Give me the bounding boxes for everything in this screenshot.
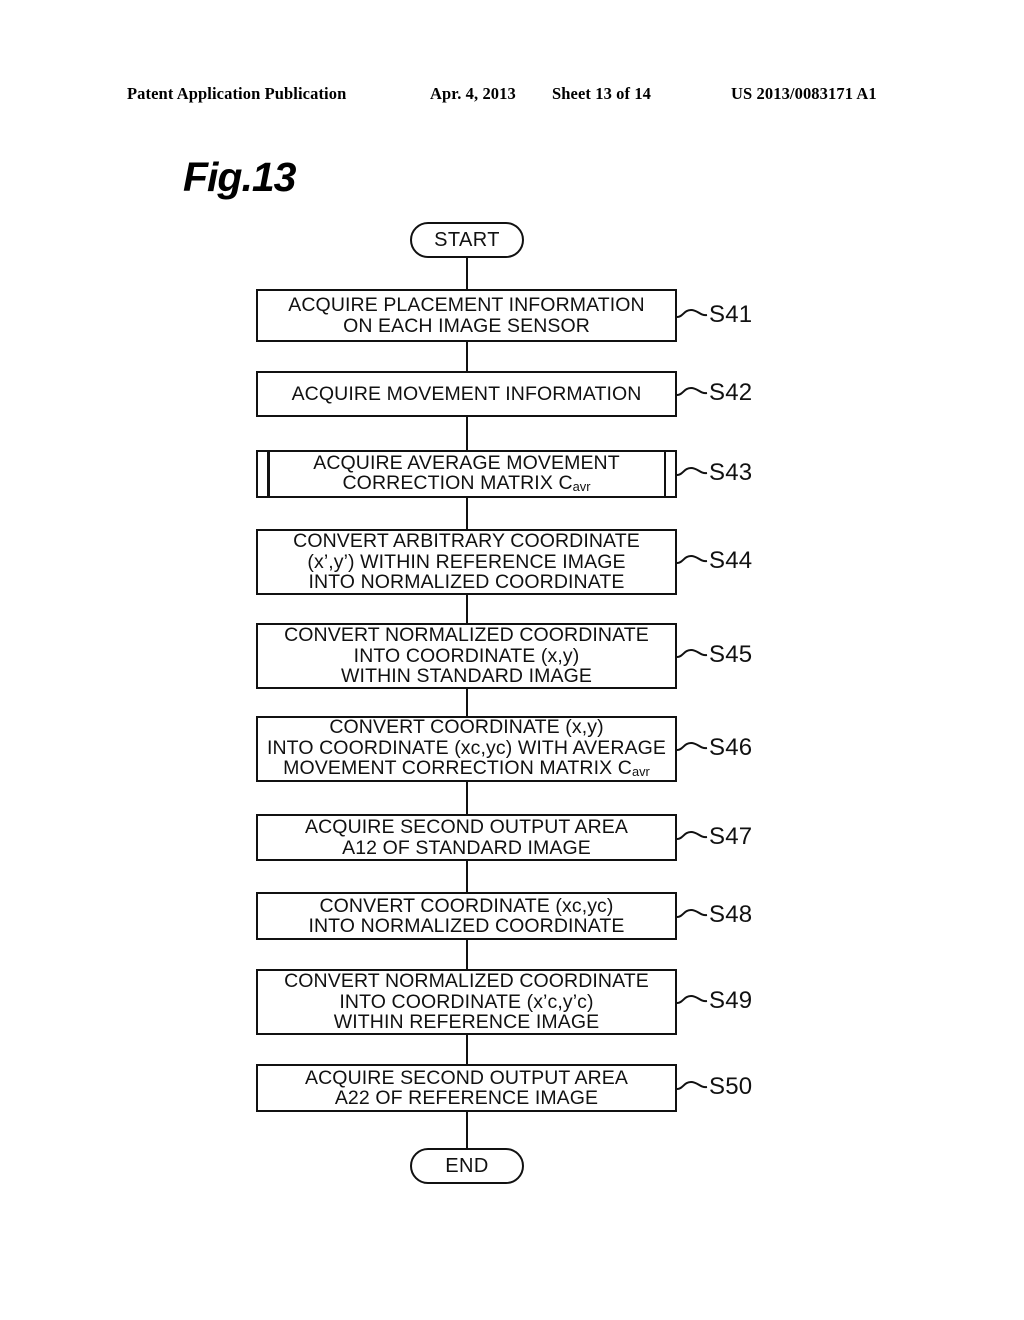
flow-node-s43: ACQUIRE AVERAGE MOVEMENT CORRECTION MATRI… <box>256 450 677 498</box>
flow-node-s41: ACQUIRE PLACEMENT INFORMATION ON EACH IMA… <box>256 289 677 342</box>
flow-connector <box>466 781 468 815</box>
flow-connector <box>466 497 468 530</box>
flow-node-text-line: CONVERT NORMALIZED COORDINATE <box>284 970 649 993</box>
leader-line-s44 <box>676 554 708 564</box>
flow-node-s50: ACQUIRE SECOND OUTPUT AREA A22 OF REFEREN… <box>256 1064 677 1112</box>
flow-node-text-line: ACQUIRE MOVEMENT INFORMATION <box>291 382 642 405</box>
flow-node-text-line: CONVERT ARBITRARY COORDINATE <box>293 530 640 553</box>
flow-node-text-line: (x’,y’) WITHIN REFERENCE IMAGE <box>307 550 626 573</box>
flow-node-s48: CONVERT COORDINATE (xc,yc) INTO NORMALIZE… <box>256 892 677 940</box>
flowchart-diagram: START ACQUIRE PLACEMENT INFORMATION ON EAC… <box>0 0 1024 1320</box>
leader-line-s46 <box>676 741 708 751</box>
step-reference-s47: S47 <box>709 822 753 850</box>
flow-node-text-line: WITHIN STANDARD IMAGE <box>341 665 592 688</box>
flow-node-text-line: ACQUIRE SECOND OUTPUT AREA <box>305 816 628 838</box>
flow-connector <box>466 1111 468 1149</box>
flow-node-text-line: INTO COORDINATE (x’c,y’c) <box>339 990 594 1013</box>
step-reference-s42: S42 <box>709 379 753 406</box>
flow-node-start: START <box>410 222 524 258</box>
flow-connector <box>466 860 468 893</box>
flow-node-text-line: CONVERT COORDINATE (xc,yc) <box>319 894 614 917</box>
flow-connector <box>466 416 468 451</box>
flow-connector <box>466 688 468 717</box>
leader-line-s48 <box>676 908 708 918</box>
step-reference-s44: S44 <box>709 547 753 574</box>
flow-node-text-line: A22 OF REFERENCE IMAGE <box>334 1087 599 1109</box>
flow-node-text-line: CONVERT COORDINATE (x,y) <box>329 716 604 739</box>
step-reference-s43: S43 <box>709 459 753 486</box>
flow-node-text-line: ACQUIRE PLACEMENT INFORMATION <box>288 294 645 316</box>
flow-connector <box>466 341 468 372</box>
flow-node-text-line: CONVERT NORMALIZED COORDINATE <box>284 624 649 647</box>
leader-line-s41 <box>676 308 708 318</box>
flow-node-s46: CONVERT COORDINATE (x,y) INTO COORDINATE … <box>256 716 677 782</box>
flow-node-start-label: START <box>434 228 500 251</box>
flow-node-text-line: INTO NORMALIZED COORDINATE <box>308 571 625 594</box>
flow-connector <box>466 257 468 290</box>
flow-connector <box>466 594 468 624</box>
flow-node-text-line: CORRECTION MATRIX Cavr <box>342 472 591 495</box>
flow-node-end: END <box>410 1148 524 1184</box>
step-reference-s41: S41 <box>709 300 753 328</box>
step-reference-s50: S50 <box>709 1073 753 1100</box>
flow-node-s42: ACQUIRE MOVEMENT INFORMATION <box>256 371 677 417</box>
flow-node-text-line: ACQUIRE AVERAGE MOVEMENT <box>313 451 620 474</box>
flow-node-s47: ACQUIRE SECOND OUTPUT AREA A12 OF STANDAR… <box>256 814 677 861</box>
step-reference-s46: S46 <box>709 734 753 761</box>
leader-line-s45 <box>676 648 708 658</box>
flow-node-text-line: MOVEMENT CORRECTION MATRIX Cavr <box>283 757 650 780</box>
flow-node-text-line: ACQUIRE SECOND OUTPUT AREA <box>305 1066 628 1089</box>
flow-node-text-line: INTO COORDINATE (x,y) <box>353 644 580 667</box>
flow-node-s49: CONVERT NORMALIZED COORDINATE INTO COORDI… <box>256 969 677 1035</box>
leader-line-s50 <box>676 1080 708 1090</box>
flow-node-s45: CONVERT NORMALIZED COORDINATE INTO COORDI… <box>256 623 677 689</box>
flow-node-text-line: A12 OF STANDARD IMAGE <box>342 836 591 859</box>
flow-connector <box>466 939 468 970</box>
flow-node-end-label: END <box>445 1154 489 1177</box>
step-reference-s49: S49 <box>709 987 753 1014</box>
leader-line-s43 <box>676 466 708 476</box>
flow-node-text-line: WITHIN REFERENCE IMAGE <box>333 1011 600 1034</box>
flow-node-text-line: ON EACH IMAGE SENSOR <box>343 314 590 337</box>
leader-line-s42 <box>676 386 708 396</box>
flow-node-text-line: INTO NORMALIZED COORDINATE <box>308 915 625 937</box>
step-reference-s45: S45 <box>709 641 753 668</box>
leader-line-s49 <box>676 994 708 1004</box>
flow-node-text-line: INTO COORDINATE (xc,yc) WITH AVERAGE <box>266 736 667 759</box>
flow-connector <box>466 1034 468 1065</box>
flow-node-s44: CONVERT ARBITRARY COORDINATE (x’,y’) WITH… <box>256 529 677 595</box>
step-reference-s48: S48 <box>709 901 753 928</box>
leader-line-s47 <box>676 830 708 840</box>
